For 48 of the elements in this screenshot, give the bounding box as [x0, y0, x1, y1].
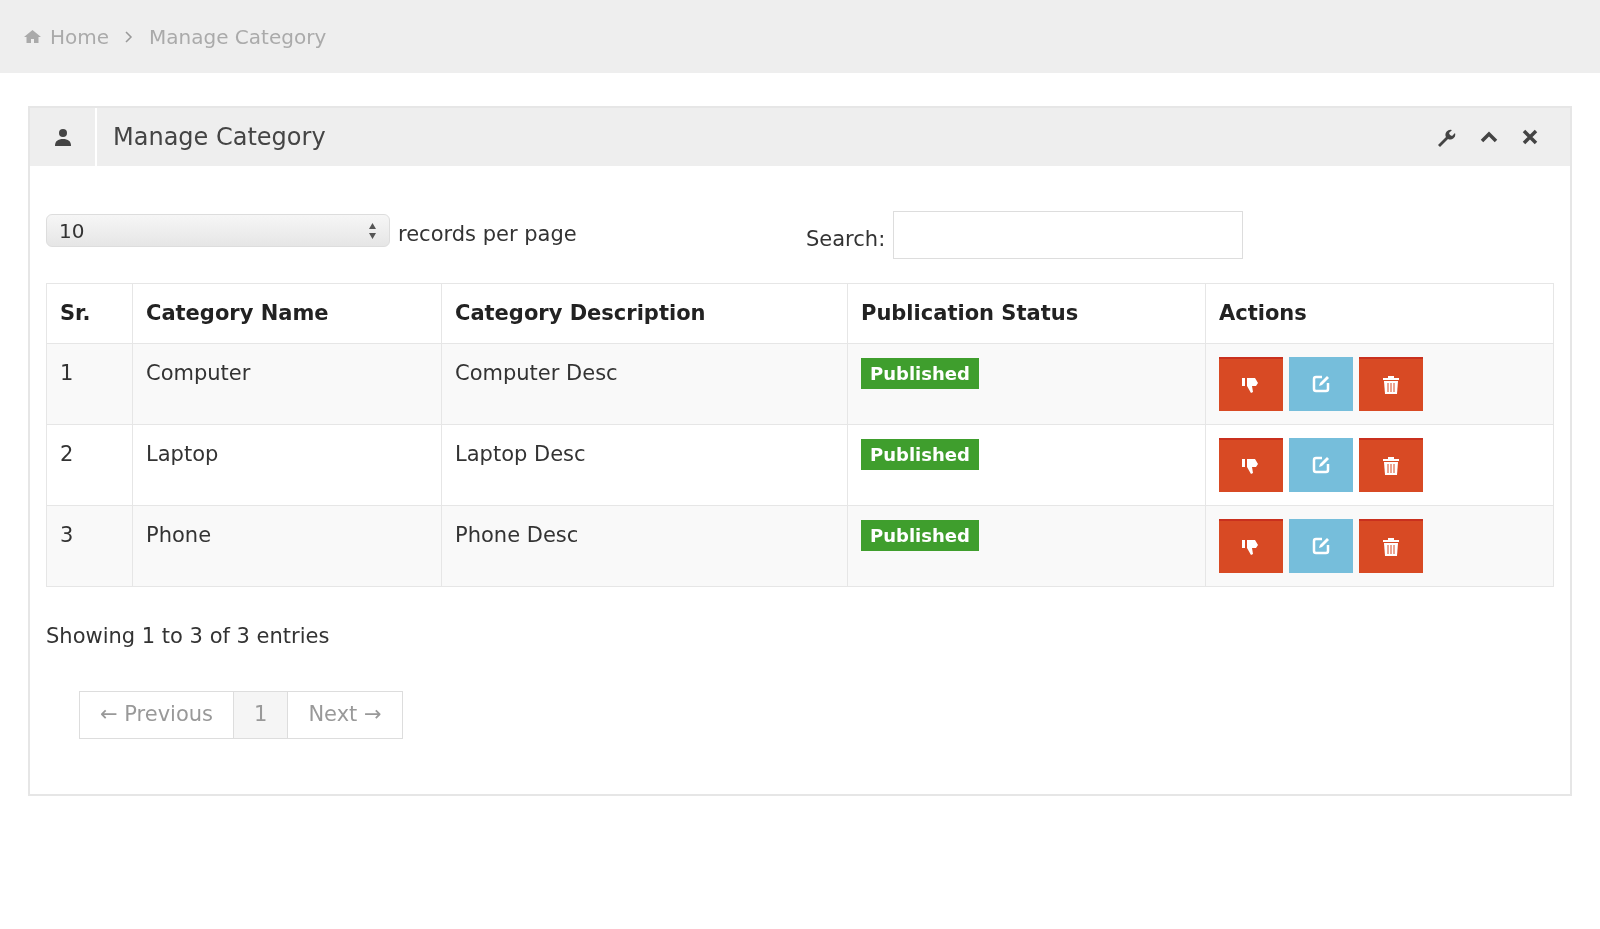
table-cell: Computer Desc	[441, 343, 848, 425]
home-icon	[23, 29, 42, 44]
trash-icon	[1382, 375, 1400, 395]
records-per-page-select[interactable]: 10	[46, 214, 390, 248]
table-cell: Phone Desc	[441, 505, 848, 587]
column-header: Category Name	[132, 283, 442, 344]
table-cell: Laptop	[132, 424, 442, 506]
column-header: Actions	[1205, 283, 1554, 344]
wrench-icon[interactable]	[1436, 127, 1456, 147]
search-label: Search:	[806, 225, 886, 253]
thumbs-down-icon	[1241, 375, 1261, 395]
page-button[interactable]: 1	[234, 691, 289, 738]
table-cell: 3	[46, 505, 133, 587]
table-cell: Computer	[132, 343, 442, 425]
close-icon[interactable]	[1522, 129, 1538, 145]
unpublish-button[interactable]	[1219, 357, 1283, 411]
column-header: Sr.	[46, 283, 133, 344]
table-cell: 2	[46, 424, 133, 506]
thumbs-down-icon	[1241, 537, 1261, 557]
records-per-page-label: records per page	[398, 221, 577, 248]
breadcrumb-link[interactable]: Home	[23, 21, 110, 52]
breadcrumb-current: Manage Category	[149, 23, 327, 51]
delete-button[interactable]	[1359, 357, 1423, 411]
status-badge: Published	[861, 520, 979, 551]
column-header: Publication Status	[847, 283, 1206, 344]
delete-button[interactable]	[1359, 438, 1423, 492]
chevron-icon	[125, 30, 134, 43]
column-header: Category Description	[441, 283, 848, 344]
table-cell: Phone	[132, 505, 442, 587]
updown-icon	[368, 220, 377, 241]
edit-icon	[1311, 455, 1331, 475]
edit-icon	[1311, 536, 1331, 556]
panel-title: Manage Category	[113, 122, 327, 153]
thumbs-down-icon	[1241, 456, 1261, 476]
search-field[interactable]	[893, 211, 1244, 259]
user-icon	[53, 128, 72, 146]
table-cell: 1	[46, 343, 133, 425]
collapse-icon[interactable]	[1480, 131, 1498, 143]
trash-icon	[1382, 537, 1400, 557]
status-badge: Published	[861, 439, 979, 470]
edit-icon	[1311, 374, 1331, 394]
unpublish-button[interactable]	[1219, 519, 1283, 573]
trash-icon	[1382, 456, 1400, 476]
unpublish-button[interactable]	[1219, 438, 1283, 492]
table-cell: Laptop Desc	[441, 424, 848, 506]
delete-button[interactable]	[1359, 519, 1423, 573]
status-badge: Published	[861, 358, 979, 389]
entries-info: Showing 1 to 3 of 3 entries	[46, 623, 331, 650]
